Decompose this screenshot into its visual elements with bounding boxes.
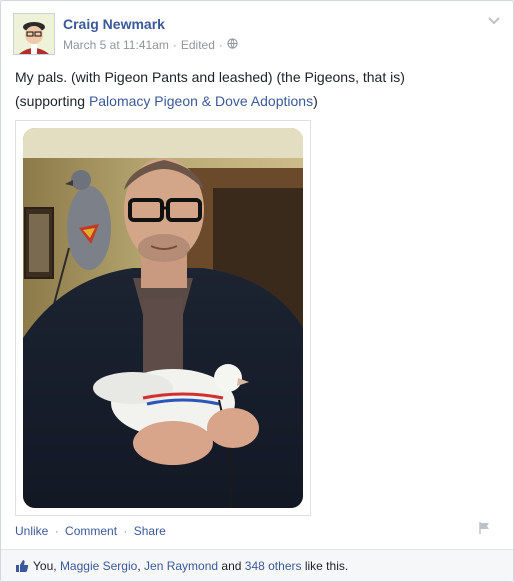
likes-you: You, [33, 559, 57, 573]
share-button[interactable]: Share [134, 524, 166, 538]
likes-comma: , [137, 559, 141, 573]
meta-separator: · [172, 38, 177, 52]
author-name[interactable]: Craig Newmark [63, 16, 165, 32]
thumbs-up-icon [16, 560, 29, 572]
likes-tail: like this. [304, 559, 349, 573]
edited-label[interactable]: Edited [181, 38, 215, 52]
post-timestamp[interactable]: March 5 at 11:41am [63, 38, 169, 52]
likes-others-link[interactable]: 348 others [245, 559, 302, 573]
comment-button[interactable]: Comment [65, 524, 117, 538]
post-text-line1: My pals. (with Pigeon Pants and leashed)… [15, 69, 405, 85]
post-card: Craig Newmark March 5 at 11:41am · Edite… [0, 0, 514, 582]
liker-maggie-sergio[interactable]: Maggie Sergio [60, 559, 137, 573]
actions-separator: · [123, 524, 128, 538]
likes-and: and [221, 559, 242, 573]
photo-image[interactable] [23, 128, 303, 508]
avatar[interactable] [13, 13, 55, 55]
likes-bar: You, Maggie Sergio, Jen Raymond and 348 … [1, 549, 513, 581]
supporting-suffix: ) [313, 93, 318, 109]
likes-text: You, Maggie Sergio, Jen Raymond and 348 … [33, 559, 348, 573]
post-meta: March 5 at 11:41am · Edited · [63, 38, 238, 52]
chevron-down-icon[interactable] [487, 15, 501, 25]
palomacy-link[interactable]: Palomacy Pigeon & Dove Adoptions [89, 93, 313, 109]
post-photo[interactable] [15, 120, 311, 516]
supporting-prefix: (supporting [15, 93, 89, 109]
post-text-line2: (supporting Palomacy Pigeon & Dove Adopt… [15, 93, 318, 109]
flag-icon[interactable] [477, 521, 491, 535]
meta-separator: · [218, 38, 223, 52]
post-actions: Unlike · Comment · Share [15, 524, 166, 538]
actions-separator: · [54, 524, 59, 538]
unlike-button[interactable]: Unlike [15, 524, 48, 538]
liker-jen-raymond[interactable]: Jen Raymond [144, 559, 218, 573]
globe-icon[interactable] [227, 38, 238, 52]
